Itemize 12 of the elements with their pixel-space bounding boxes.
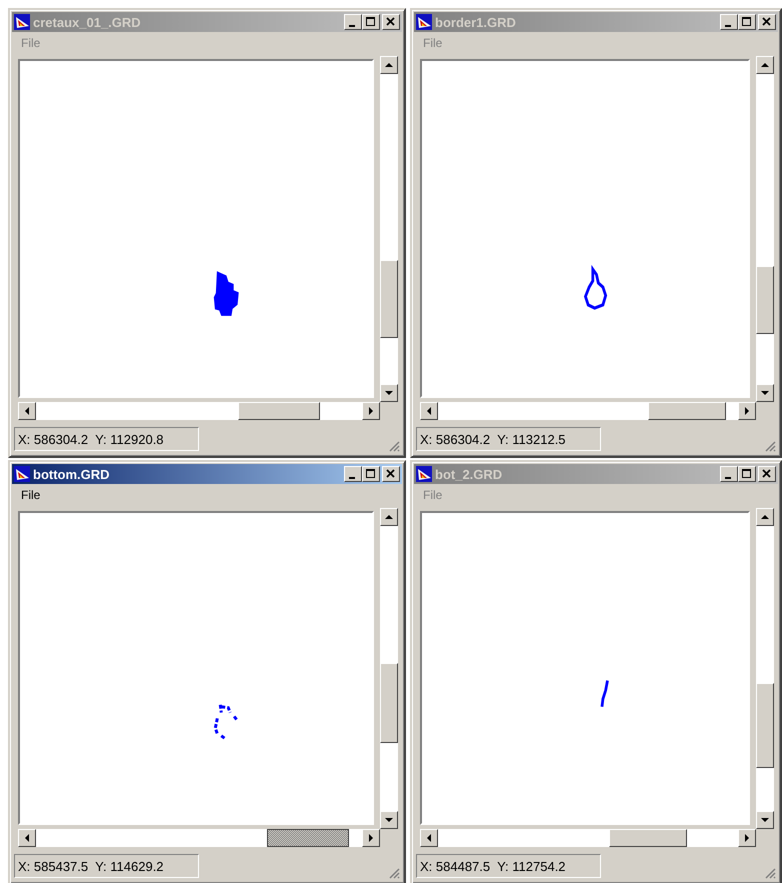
window-title: bot_2.GRD (435, 466, 504, 482)
window-title: cretaux_01_.GRD (33, 14, 142, 30)
coordinates-readout: X: 585437.5 Y: 114629.2 (14, 854, 199, 878)
menu-item[interactable]: File (18, 486, 44, 504)
coordinates-readout: X: 584487.5 Y: 112754.2 (416, 854, 601, 878)
coordinates-readout: X: 586304.2 Y: 113212.5 (416, 427, 601, 451)
window-title: border1.GRD (435, 14, 517, 30)
coordinates-readout: X: 586304.2 Y: 112920.8 (14, 427, 199, 451)
menu-item[interactable]: File (420, 486, 446, 504)
menu-item[interactable]: File (420, 34, 446, 52)
window-title: bottom.GRD (33, 466, 111, 482)
menu-item[interactable]: File (18, 34, 44, 52)
